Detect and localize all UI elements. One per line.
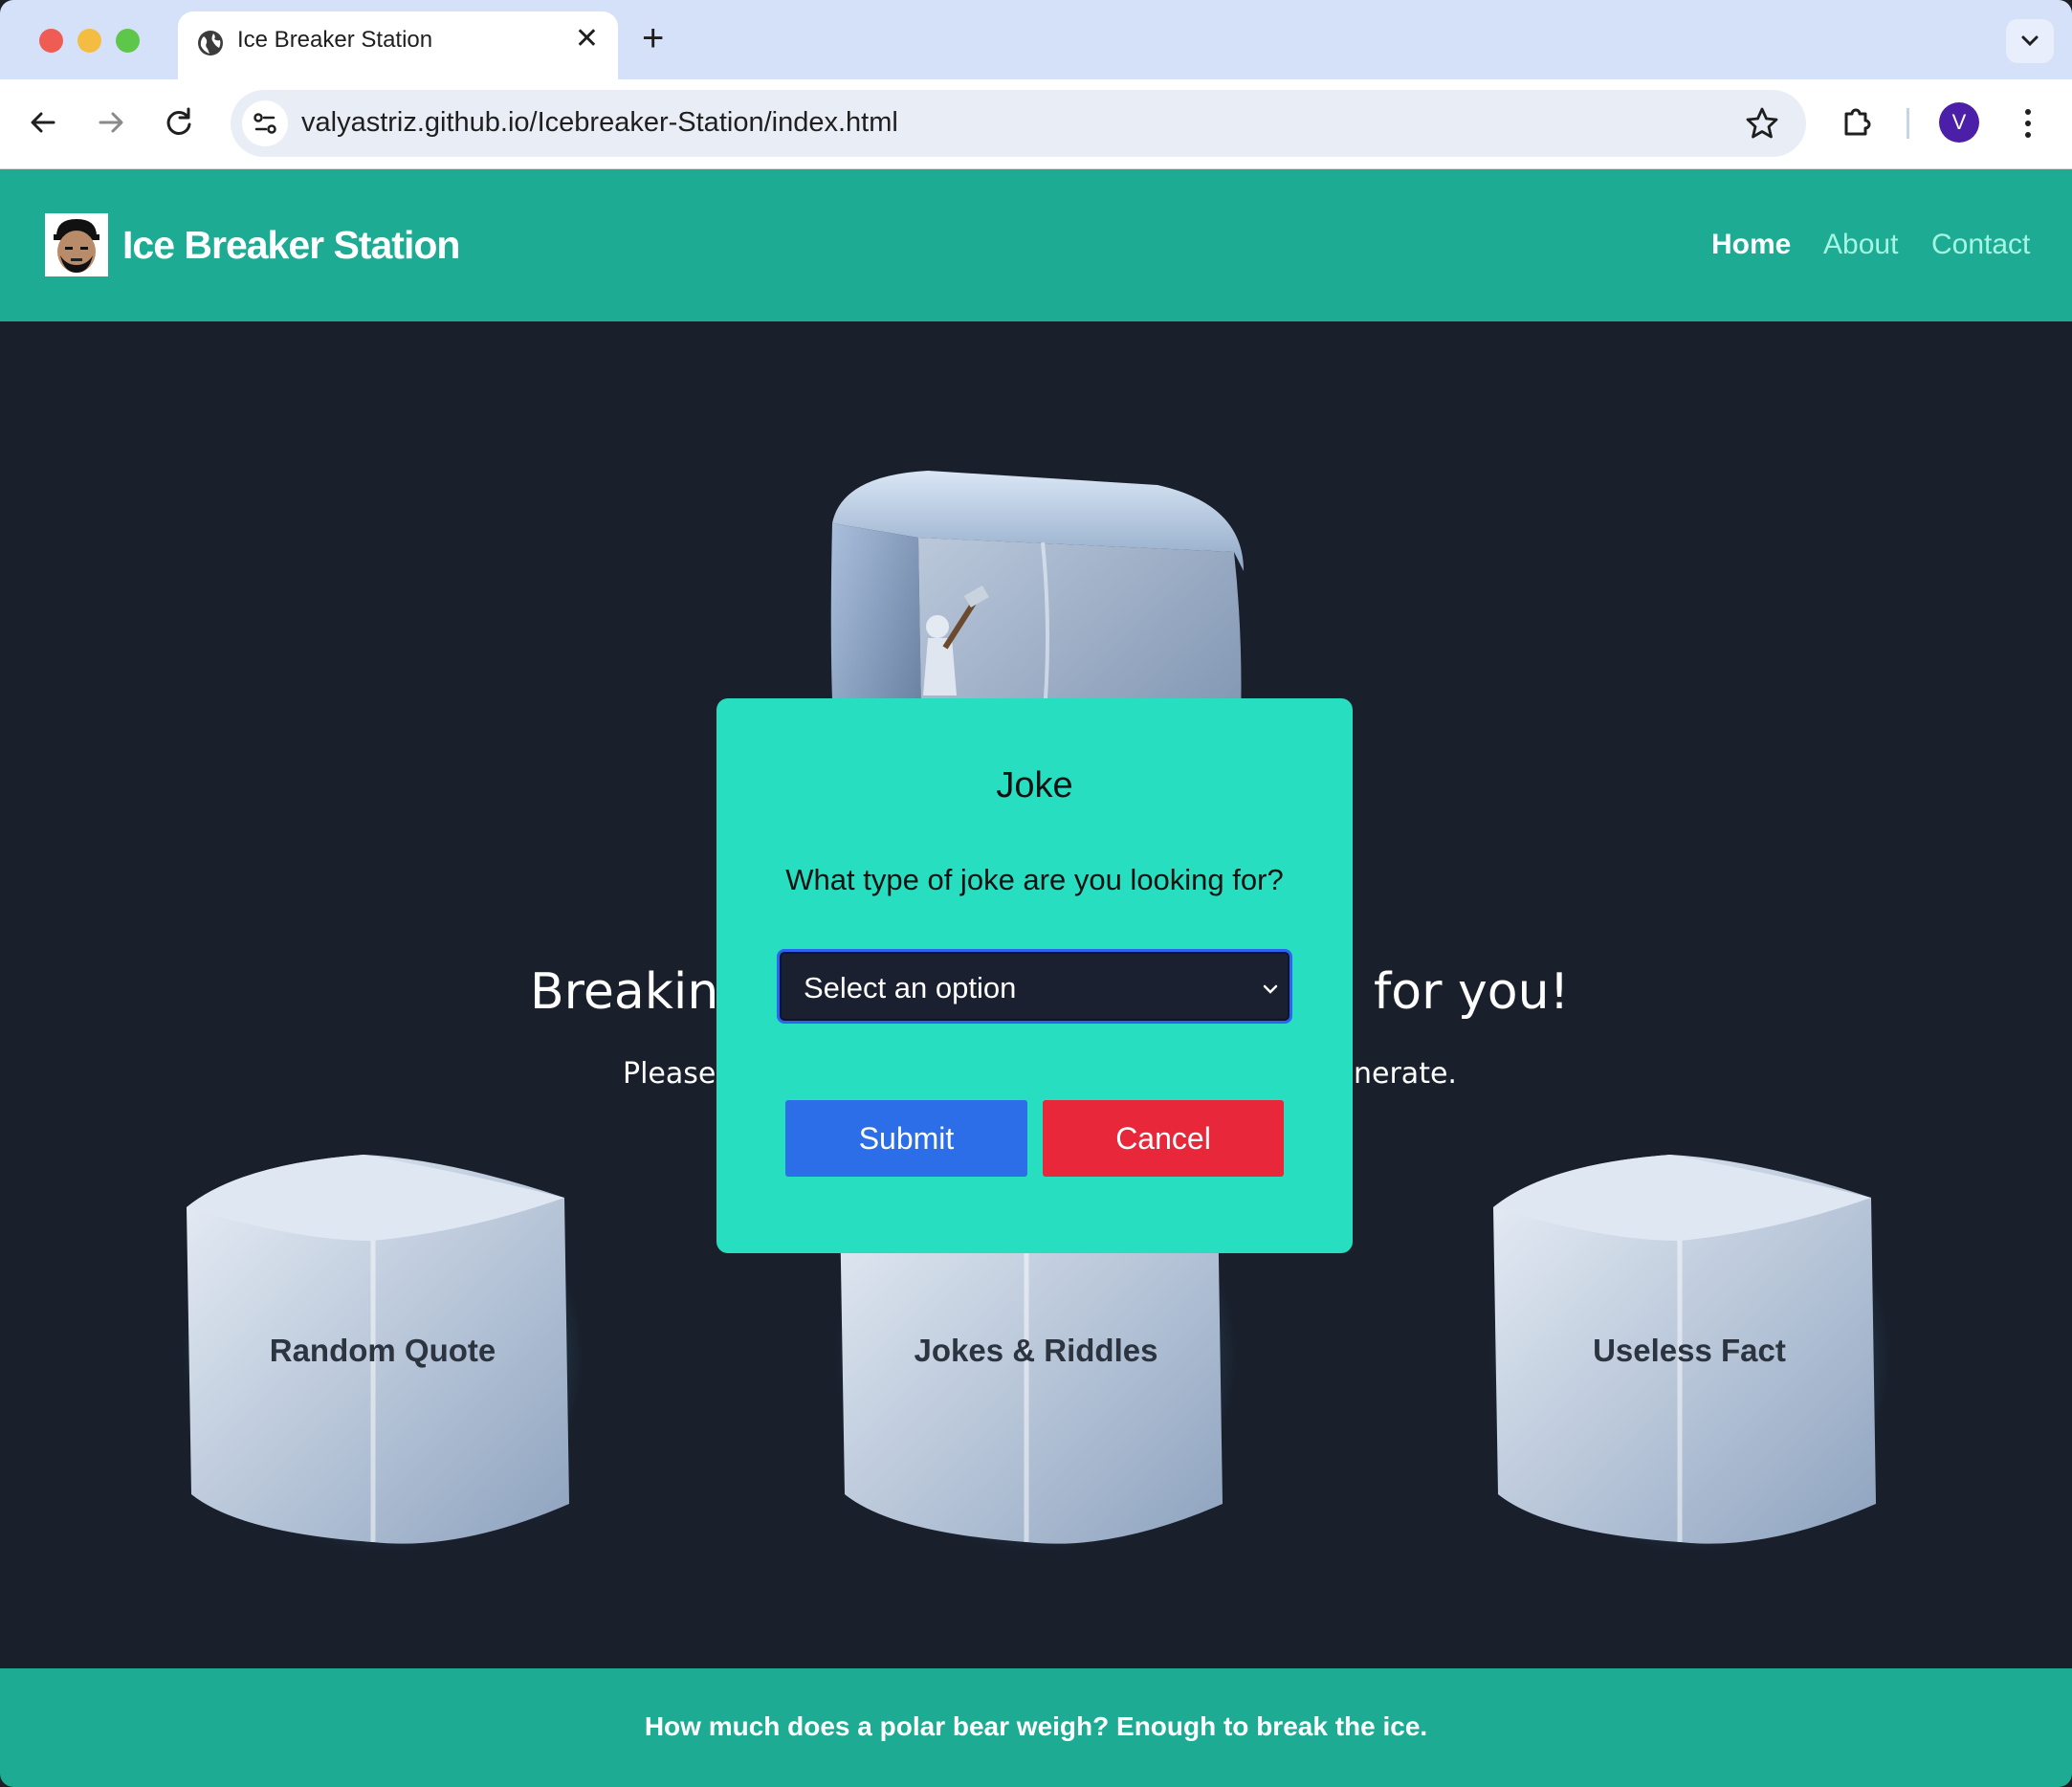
address-bar[interactable]: valyastriz.github.io/Icebreaker-Station/… xyxy=(231,90,1806,157)
site-info-button[interactable] xyxy=(242,100,288,146)
card-label: Jokes & Riddles xyxy=(914,1333,1158,1368)
footer-joke: How much does a polar bear weigh? Enough… xyxy=(644,1711,1428,1741)
tab-search-button[interactable] xyxy=(2006,19,2054,63)
joke-type-select[interactable]: Select an option xyxy=(777,949,1292,1024)
submit-button[interactable]: Submit xyxy=(785,1100,1027,1177)
browser-tab[interactable]: Ice Breaker Station ✕ xyxy=(178,11,618,79)
card-label: Random Quote xyxy=(269,1333,496,1368)
tab-title: Ice Breaker Station xyxy=(237,27,433,53)
cartoon-face-icon xyxy=(45,213,108,276)
card-label: Useless Fact xyxy=(1593,1333,1786,1368)
joke-modal: Joke What type of joke are you looking f… xyxy=(716,698,1353,1253)
globe-icon xyxy=(198,31,223,55)
browser-toolbar: valyastriz.github.io/Icebreaker-Station/… xyxy=(0,79,2072,169)
site-header: Ice Breaker Station Home About Contact xyxy=(0,169,2072,321)
random-quote-card[interactable]: Random Quote xyxy=(182,1155,584,1556)
back-arrow-icon[interactable] xyxy=(21,100,65,144)
useless-fact-card[interactable]: Useless Fact xyxy=(1488,1155,1890,1556)
chevron-down-icon xyxy=(1263,984,1278,994)
modal-title: Joke xyxy=(996,765,1073,805)
url-text[interactable]: valyastriz.github.io/Icebreaker-Station/… xyxy=(301,107,898,139)
profile-avatar[interactable]: V xyxy=(1939,102,1979,143)
maximize-window-button[interactable] xyxy=(116,29,140,53)
tune-icon xyxy=(253,113,276,134)
close-window-button[interactable] xyxy=(39,29,63,53)
logo-avatar[interactable] xyxy=(45,213,108,276)
nav-contact[interactable]: Contact xyxy=(1931,229,2030,261)
extensions-puzzle-icon[interactable] xyxy=(1838,102,1876,141)
page: Ice Breaker Station Home About Contact B… xyxy=(0,169,2072,1787)
reload-icon[interactable] xyxy=(157,100,201,144)
more-menu-icon[interactable] xyxy=(2018,104,2038,143)
bookmark-star-icon[interactable] xyxy=(1743,104,1781,143)
nav-about[interactable]: About xyxy=(1823,229,1898,261)
cancel-button[interactable]: Cancel xyxy=(1043,1100,1284,1177)
browser-window: Ice Breaker Station ✕ + valyastriz.githu… xyxy=(0,0,2072,1787)
nav-home[interactable]: Home xyxy=(1711,229,1791,261)
select-value: Select an option xyxy=(804,971,1017,1004)
site-brand[interactable]: Ice Breaker Station xyxy=(122,223,460,268)
minimize-window-button[interactable] xyxy=(77,29,101,53)
forward-arrow-icon[interactable] xyxy=(89,100,133,144)
close-tab-icon[interactable]: ✕ xyxy=(575,25,599,54)
new-tab-button[interactable]: + xyxy=(642,19,664,57)
modal-question: What type of joke are you looking for? xyxy=(785,863,1284,896)
site-footer: How much does a polar bear weigh? Enough… xyxy=(0,1668,2072,1787)
tab-strip: Ice Breaker Station ✕ + xyxy=(0,0,2072,79)
chevron-down-icon xyxy=(2021,35,2039,47)
toolbar-divider xyxy=(1907,108,1909,139)
